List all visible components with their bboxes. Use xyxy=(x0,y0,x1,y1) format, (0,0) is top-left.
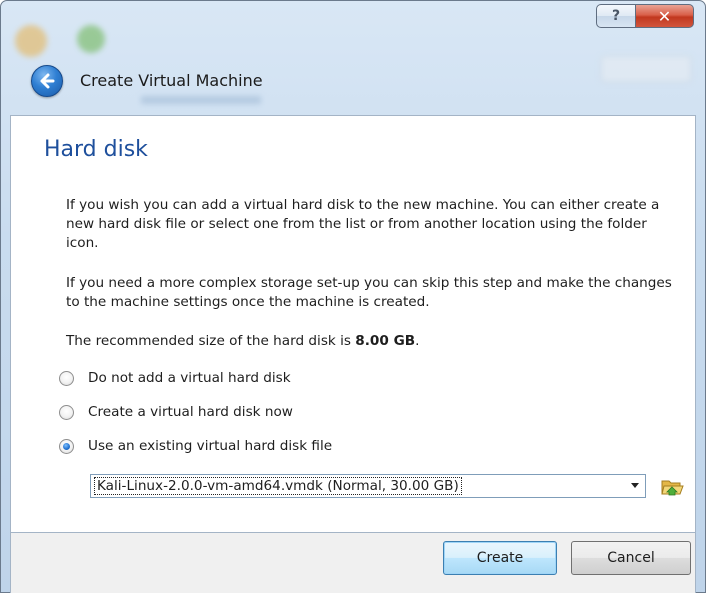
create-button[interactable]: Create xyxy=(443,541,557,575)
option-label: Do not add a virtual hard disk xyxy=(88,370,291,386)
content-pane xyxy=(10,115,696,533)
close-icon: ✕ xyxy=(657,6,672,26)
intro-paragraph: If you wish you can add a virtual hard d… xyxy=(66,197,660,251)
back-arrow-icon xyxy=(40,73,55,89)
help-button[interactable]: ? xyxy=(596,4,636,28)
recommended-prefix: The recommended size of the hard disk is xyxy=(66,333,356,349)
choose-disk-file-button[interactable] xyxy=(660,476,684,498)
help-icon: ? xyxy=(611,8,621,24)
recommended-suffix: . xyxy=(415,333,420,349)
page-title: Hard disk xyxy=(44,137,148,162)
option-label: Create a virtual hard disk now xyxy=(88,404,293,420)
disk-file-select[interactable]: Kali-Linux-2.0.0-vm-amd64.vmdk (Normal, … xyxy=(90,474,646,498)
option-create-disk[interactable]: Create a virtual hard disk now xyxy=(59,404,293,420)
radio-create-disk[interactable] xyxy=(59,404,74,420)
storage-paragraph: If you need a more complex storage set-u… xyxy=(66,275,672,310)
recommended-size-value: 8.00 GB xyxy=(355,333,416,349)
wizard-title: Create Virtual Machine xyxy=(80,71,263,90)
chevron-down-icon xyxy=(631,483,639,488)
close-button[interactable]: ✕ xyxy=(636,4,694,28)
radio-no-disk[interactable] xyxy=(59,370,74,386)
option-no-disk[interactable]: Do not add a virtual hard disk xyxy=(59,370,291,386)
folder-open-icon xyxy=(661,480,684,496)
radio-existing-disk[interactable] xyxy=(59,438,74,454)
option-label: Use an existing virtual hard disk file xyxy=(88,438,333,454)
option-existing-disk[interactable]: Use an existing virtual hard disk file xyxy=(59,438,332,454)
cancel-button[interactable]: Cancel xyxy=(571,541,691,575)
recommended-size-text: The recommended size of the hard disk is… xyxy=(66,332,676,351)
back-button[interactable] xyxy=(31,65,63,97)
titlebar-controls: ? ✕ xyxy=(596,4,694,28)
disk-file-selected-value: Kali-Linux-2.0.0-vm-amd64.vmdk (Normal, … xyxy=(94,477,462,495)
